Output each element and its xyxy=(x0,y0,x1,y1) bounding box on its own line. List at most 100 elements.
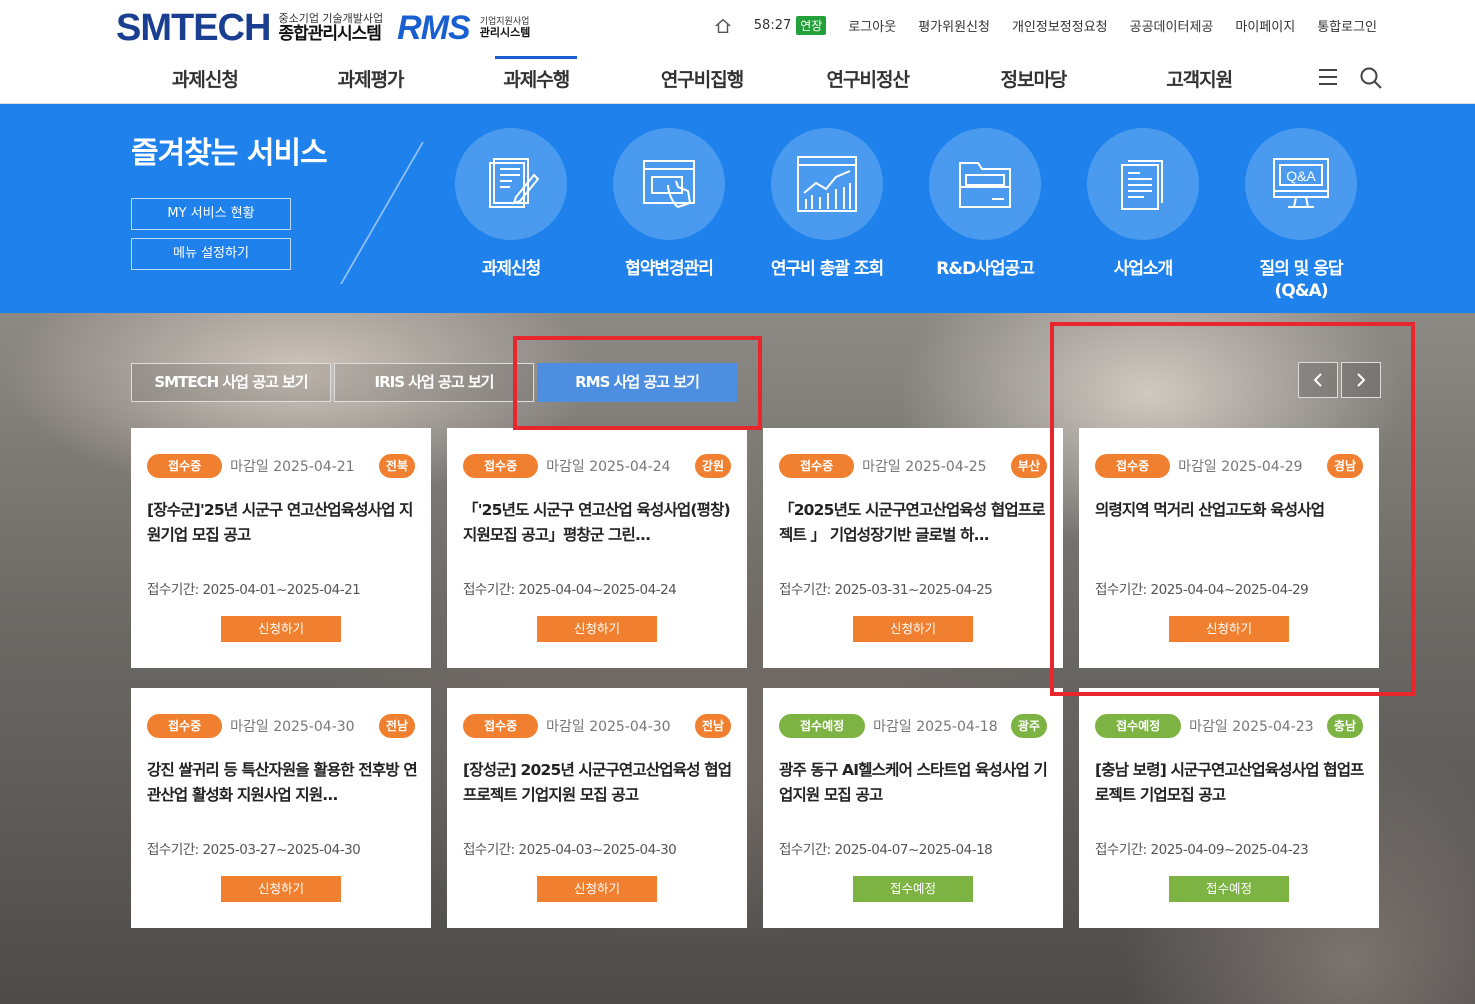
deadline: 마감일 2025-04-24 xyxy=(546,459,671,475)
notice-card[interactable]: 접수중 마감일 2025-04-21 전북 [장수군]'25년 시군구 연고산업… xyxy=(131,428,431,668)
session-timer: 58:27 연장 xyxy=(754,16,827,35)
service-label: 협약변경관리 xyxy=(625,259,714,279)
main-nav: 과제신청 과제평가 과제수행 연구비집행 연구비정산 정보마당 고객지원 xyxy=(122,56,1282,104)
mypage-link[interactable]: 마이페이지 xyxy=(1235,16,1295,35)
service-rd-notice[interactable]: R&D사업공고 xyxy=(910,128,1060,280)
service-qa[interactable]: Q&A 질의 및 응답 (Q&A) xyxy=(1226,128,1376,302)
nav-item-expense[interactable]: 연구비집행 xyxy=(619,56,785,104)
search-icon[interactable] xyxy=(1359,66,1383,90)
card-meta: 접수중 마감일 2025-04-21 전북 xyxy=(147,454,415,478)
extend-button[interactable]: 연장 xyxy=(796,16,827,35)
evaluator-apply-link[interactable]: 평가위원신청 xyxy=(918,16,990,35)
upcoming-button[interactable]: 접수예정 xyxy=(1169,876,1289,902)
card-period: 접수기간: 2025-04-03~2025-04-30 xyxy=(463,842,677,858)
smtech-logo-sub1: 중소기업 기술개발사업 xyxy=(278,11,384,25)
deadline: 마감일 2025-04-30 xyxy=(546,719,671,735)
region-badge: 충남 xyxy=(1326,714,1363,738)
logout-link[interactable]: 로그아웃 xyxy=(848,16,896,35)
card-meta: 접수중 마감일 2025-04-30 전남 xyxy=(147,714,415,738)
card-title[interactable]: 강진 쌀귀리 등 특산자원을 활용한 전후방 연관산업 활성화 지원사업 지원.… xyxy=(147,758,419,808)
card-title[interactable]: 「2025년도 시군구연고산업육성 협업프로젝트 」 기업성장기반 글로벌 하.… xyxy=(779,498,1051,548)
service-business-intro[interactable]: 사업소개 xyxy=(1068,128,1218,280)
deadline: 마감일 2025-04-25 xyxy=(862,459,987,475)
service-apply[interactable]: 과제신청 xyxy=(436,128,586,280)
card-title[interactable]: [충남 보령] 시군구연고산업육성사업 협업프로젝트 기업모집 공고 xyxy=(1095,758,1367,808)
smtech-logo-sub: 중소기업 기술개발사업 종합관리시스템 xyxy=(278,11,384,44)
nav-item-info[interactable]: 정보마당 xyxy=(951,56,1117,104)
apply-button[interactable]: 신청하기 xyxy=(221,616,341,642)
service-label: 연구비 총괄 조회 xyxy=(770,259,884,279)
apply-button[interactable]: 신청하기 xyxy=(537,876,657,902)
status-badge: 접수예정 xyxy=(779,714,866,738)
card-period: 접수기간: 2025-03-27~2025-04-30 xyxy=(147,842,361,858)
apply-button[interactable]: 신청하기 xyxy=(853,616,973,642)
menu-icon[interactable] xyxy=(1317,66,1339,88)
nav-item-support[interactable]: 고객지원 xyxy=(1116,56,1282,104)
card-period: 접수기간: 2025-04-09~2025-04-23 xyxy=(1095,842,1309,858)
card-meta: 접수중 마감일 2025-04-30 전남 xyxy=(463,714,731,738)
notice-card[interactable]: 접수중 마감일 2025-04-30 전남 강진 쌀귀리 등 특산자원을 활용한… xyxy=(131,688,431,928)
service-contract-change[interactable]: 협약변경관리 xyxy=(594,128,744,280)
document-edit-icon xyxy=(455,128,567,240)
smtech-logo: SMTECH xyxy=(116,6,271,49)
card-title[interactable]: [장성군] 2025년 시군구연고산업육성 협업프로젝트 기업지원 모집 공고 xyxy=(463,758,735,808)
notice-card[interactable]: 접수예정 마감일 2025-04-18 광주 광주 동구 AI헬스케어 스타트업… xyxy=(763,688,1063,928)
nav-icons xyxy=(1317,66,1383,90)
menu-setting-button[interactable]: 메뉴 설정하기 xyxy=(131,238,291,270)
rms-logo-sub2: 관리시스템 xyxy=(479,25,531,39)
card-meta: 접수중 마감일 2025-04-25 부산 xyxy=(779,454,1047,478)
region-badge: 전남 xyxy=(694,714,731,738)
apply-button[interactable]: 신청하기 xyxy=(221,876,341,902)
card-meta: 접수예정 마감일 2025-04-18 광주 xyxy=(779,714,1047,738)
deadline: 마감일 2025-04-21 xyxy=(230,459,355,475)
status-badge: 접수예정 xyxy=(1095,714,1182,738)
my-service-button[interactable]: MY 서비스 현황 xyxy=(131,198,291,230)
region-badge: 강원 xyxy=(694,454,731,478)
rms-logo-sub: 기업지원사업 관리시스템 xyxy=(480,17,531,40)
public-data-link[interactable]: 공공데이터제공 xyxy=(1130,16,1214,35)
notice-card[interactable]: 접수예정 마감일 2025-04-23 충남 [충남 보령] 시군구연고산업육성… xyxy=(1079,688,1379,928)
tab-smtech[interactable]: SMTECH 사업 공고 보기 xyxy=(131,363,331,402)
highlight-box-tab xyxy=(513,336,762,430)
card-title[interactable]: 「'25년도 시군구 연고산업 육성사업(평창) 지원모집 공고」평창군 그린.… xyxy=(463,498,735,548)
notice-card[interactable]: 접수중 마감일 2025-04-24 강원 「'25년도 시군구 연고산업 육성… xyxy=(447,428,747,668)
status-badge: 접수중 xyxy=(463,454,539,478)
status-badge: 접수중 xyxy=(779,454,855,478)
deadline: 마감일 2025-04-18 xyxy=(873,719,998,735)
logo[interactable]: SMTECH 중소기업 기술개발사업 종합관리시스템 RMS 기업지원사업 관리… xyxy=(116,6,531,49)
nav-item-execution[interactable]: 과제수행 xyxy=(453,56,619,104)
card-meta: 접수중 마감일 2025-04-24 강원 xyxy=(463,454,731,478)
home-icon[interactable] xyxy=(714,17,732,35)
tab-iris[interactable]: IRIS 사업 공고 보기 xyxy=(334,363,534,402)
upcoming-button[interactable]: 접수예정 xyxy=(853,876,973,902)
service-label: 질의 및 응답 (Q&A) xyxy=(1259,259,1343,302)
utility-bar: 58:27 연장 로그아웃 평가위원신청 개인정보정정요청 공공데이터제공 마이… xyxy=(714,16,1377,35)
service-label: 과제신청 xyxy=(481,259,542,279)
favorite-services: 즐겨찾는 서비스 MY 서비스 현황 메뉴 설정하기 과제신청 협약변경관리 연… xyxy=(0,104,1475,313)
card-title[interactable]: 광주 동구 AI헬스케어 스타트업 육성사업 기업지원 모집 공고 xyxy=(779,758,1051,808)
qa-monitor-icon: Q&A xyxy=(1245,128,1357,240)
card-period: 접수기간: 2025-04-01~2025-04-21 xyxy=(147,582,361,598)
divider xyxy=(340,142,424,284)
region-badge: 부산 xyxy=(1010,454,1047,478)
nav-item-evaluation[interactable]: 과제평가 xyxy=(288,56,454,104)
notice-card[interactable]: 접수중 마감일 2025-04-30 전남 [장성군] 2025년 시군구연고산… xyxy=(447,688,747,928)
header: SMTECH 중소기업 기술개발사업 종합관리시스템 RMS 기업지원사업 관리… xyxy=(0,0,1475,104)
card-period: 접수기간: 2025-03-31~2025-04-25 xyxy=(779,582,993,598)
region-badge: 광주 xyxy=(1010,714,1047,738)
service-label: 사업소개 xyxy=(1113,259,1174,279)
nav-item-apply[interactable]: 과제신청 xyxy=(122,56,288,104)
service-expense-overview[interactable]: 연구비 총괄 조회 xyxy=(752,128,902,280)
region-badge: 전북 xyxy=(378,454,415,478)
nav-item-settlement[interactable]: 연구비정산 xyxy=(785,56,951,104)
window-hand-icon xyxy=(613,128,725,240)
apply-button[interactable]: 신청하기 xyxy=(537,616,657,642)
privacy-correction-link[interactable]: 개인정보정정요청 xyxy=(1012,16,1108,35)
integrated-login-link[interactable]: 통합로그인 xyxy=(1317,16,1377,35)
notice-card[interactable]: 접수중 마감일 2025-04-25 부산 「2025년도 시군구연고산업육성 … xyxy=(763,428,1063,668)
card-title[interactable]: [장수군]'25년 시군구 연고산업육성사업 지원기업 모집 공고 xyxy=(147,498,419,548)
folder-icon xyxy=(929,128,1041,240)
svg-text:Q&A: Q&A xyxy=(1286,168,1316,184)
chart-icon xyxy=(771,128,883,240)
session-time: 58:27 xyxy=(753,18,792,33)
